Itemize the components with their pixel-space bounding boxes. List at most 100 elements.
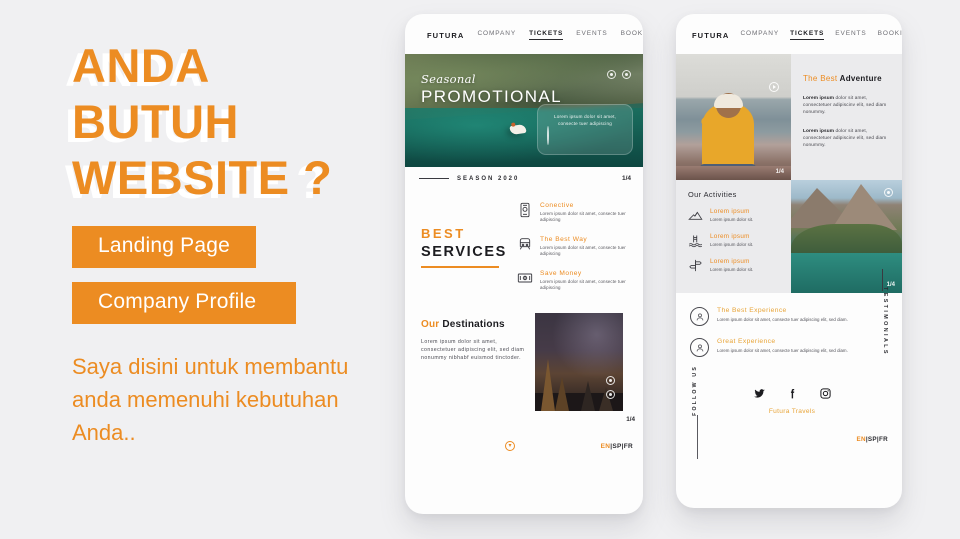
- service-item[interactable]: Save Money Lorem ipsum dolor sit amet, c…: [517, 270, 633, 292]
- rock-shape: [676, 166, 791, 180]
- service-pills: Landing Page Company Profile: [72, 212, 402, 324]
- adventure-paragraph-2: Lorem ipsum dolor sit amet, consectetuer…: [803, 127, 890, 149]
- headline-line-3: WEBSITE ? WEBSITE ?: [65, 150, 402, 208]
- activities-photo[interactable]: 1/4: [791, 180, 902, 293]
- activity-item[interactable]: Lorem ipsum Lorem ipsum dolor sit.: [688, 233, 783, 248]
- user-circle-icon: [690, 338, 709, 357]
- hero-text: Seasonal PROMOTIONAL: [421, 72, 562, 107]
- circle-dot-icon[interactable]: [606, 390, 615, 400]
- service-item-body: The Best Way Lorem ipsum dolor sit amet,…: [540, 236, 633, 258]
- follow-us-label: FOLLOW US: [692, 365, 698, 416]
- activity-title: Lorem ipsum: [710, 258, 750, 265]
- chevron-down-circle-icon[interactable]: ▾: [505, 441, 515, 452]
- glass-dot-icon[interactable]: [547, 126, 549, 145]
- services-underline: [421, 266, 499, 268]
- testimonials-vertical-label: TESTIMONIALS: [882, 287, 888, 356]
- left-language-active[interactable]: EN: [601, 443, 611, 450]
- left-logo[interactable]: FUTURA: [427, 31, 464, 40]
- activity-title: Lorem ipsum: [710, 208, 750, 215]
- service-text: Lorem ipsum dolor sit amet, consecte tue…: [540, 244, 626, 257]
- activity-item-body: Lorem ipsum Lorem ipsum dolor sit.: [710, 258, 753, 272]
- activity-item[interactable]: Lorem ipsum Lorem ipsum dolor sit.: [688, 258, 783, 273]
- destinations-text: Lorem ipsum dolor sit amet, consectetuer…: [421, 339, 525, 362]
- adventure-title-rest: Adventure: [839, 74, 882, 83]
- facebook-icon[interactable]: [786, 387, 799, 400]
- service-item[interactable]: The Best Way Lorem ipsum dolor sit amet,…: [517, 236, 633, 258]
- social-links: [676, 387, 902, 400]
- right-nav-company[interactable]: COMPANY: [740, 30, 779, 40]
- instagram-icon[interactable]: [819, 387, 832, 400]
- right-nav-tickets[interactable]: TICKETS: [790, 30, 825, 40]
- activity-text: Lorem ipsum dolor sit.: [710, 266, 754, 272]
- testimonial-item[interactable]: Great Experience Lorem ipsum dolor sit a…: [690, 338, 902, 357]
- left-nav-booking[interactable]: BOOKING: [621, 30, 643, 40]
- hero-glass-text: Lorem ipsum dolor sit amet, consecte tue…: [553, 114, 617, 126]
- adventure-section: 1/4 The Best Adventure Lorem ipsum dolor…: [676, 54, 902, 180]
- boat-shape: [509, 124, 527, 136]
- tree-shape: [581, 381, 595, 412]
- services-title: SERVICES: [421, 244, 507, 260]
- activity-text: Lorem ipsum dolor sit.: [710, 241, 754, 247]
- circle-dot-icon[interactable]: [622, 70, 631, 79]
- mobile-phone-icon: [517, 202, 533, 218]
- left-language-switcher[interactable]: EN|SP|FR: [601, 443, 633, 450]
- testimonials-list: The Best Experience Lorem ipsum dolor si…: [676, 307, 902, 369]
- tree-shape: [541, 359, 555, 412]
- right-nav-booking[interactable]: BOOKING: [878, 30, 902, 40]
- headline-line-3-text: WEBSITE ?: [72, 151, 333, 204]
- services-section: BEST SERVICES Conective Lorem ipsum dolo…: [405, 182, 643, 291]
- person-hat-shape: [714, 94, 743, 108]
- right-footer: FOLLOW US Futura Travels EN|SP|FR: [676, 365, 902, 467]
- hero-glass-card: Lorem ipsum dolor sit amet, consecte tue…: [537, 104, 633, 155]
- activity-item-body: Lorem ipsum Lorem ipsum dolor sit.: [710, 208, 753, 222]
- service-title: Conective: [540, 202, 574, 209]
- destinations-section: Our Destinations Lorem ipsum dolor sit a…: [405, 291, 643, 412]
- services-eyebrow: BEST: [421, 226, 466, 241]
- headline-line-1: ANDA ANDA: [65, 38, 402, 96]
- left-nav-company[interactable]: COMPANY: [477, 30, 516, 40]
- signpost-icon: [688, 258, 703, 273]
- adventure-photo[interactable]: 1/4: [676, 54, 791, 180]
- destinations-title: Our Destinations: [421, 319, 525, 330]
- left-nav-events[interactable]: EVENTS: [576, 30, 607, 40]
- pool-ladder-icon: [688, 233, 703, 248]
- activities-title: Our Activities: [688, 190, 737, 199]
- season-rule: [419, 178, 449, 179]
- hero-pagination: 1/4: [621, 175, 631, 182]
- user-circle-icon: [690, 307, 709, 326]
- money-bill-icon: [517, 270, 533, 286]
- testimonial-title: The Best Experience: [717, 307, 787, 314]
- right-navbar: FUTURA COMPANY TICKETS EVENTS BOOKING: [676, 14, 902, 48]
- destinations-title-accent: Our: [421, 319, 440, 331]
- season-bar: SEASON 2020 1/4: [405, 167, 643, 182]
- play-circle-icon[interactable]: [769, 82, 779, 92]
- circle-target-icon[interactable]: [606, 376, 615, 386]
- destinations-photo[interactable]: [535, 313, 623, 412]
- left-language-rest[interactable]: |SP|FR: [610, 443, 633, 450]
- twitter-icon[interactable]: [753, 387, 766, 400]
- mountain-icon: [688, 208, 703, 223]
- circle-target-icon[interactable]: [884, 188, 893, 197]
- service-text: Lorem ipsum dolor sit amet, consecte tue…: [540, 278, 626, 291]
- circle-target-icon[interactable]: [607, 70, 616, 79]
- pill-landing-page[interactable]: Landing Page: [72, 226, 257, 268]
- testimonial-text: Lorem ipsum dolor sit amet, consecte tue…: [717, 348, 848, 353]
- adventure-paragraph-1-lead: Lorem ipsum: [803, 95, 835, 100]
- right-nav-events[interactable]: EVENTS: [835, 30, 866, 40]
- activity-item[interactable]: Lorem ipsum Lorem ipsum dolor sit.: [688, 208, 783, 223]
- season-label: SEASON 2020: [457, 175, 520, 182]
- left-nav-tickets[interactable]: TICKETS: [529, 30, 564, 40]
- right-language-switcher[interactable]: EN|SP|FR: [857, 436, 888, 443]
- right-logo[interactable]: FUTURA: [692, 31, 729, 40]
- right-language-rest[interactable]: |SP|FR: [866, 436, 888, 443]
- service-title: The Best Way: [540, 235, 588, 243]
- adventure-title-accent: The Best: [803, 74, 838, 83]
- services-list: Conective Lorem ipsum dolor sit amet, co…: [517, 200, 633, 291]
- right-language-active[interactable]: EN: [857, 436, 866, 443]
- pill-company-profile[interactable]: Company Profile: [72, 282, 297, 324]
- activities-list-block: Our Activities Lorem ipsum Lorem ipsum d…: [676, 180, 791, 293]
- service-item-body: Conective Lorem ipsum dolor sit amet, co…: [540, 202, 633, 224]
- left-navbar: FUTURA COMPANY TICKETS EVENTS BOOKING: [405, 14, 643, 48]
- service-item[interactable]: Conective Lorem ipsum dolor sit amet, co…: [517, 202, 633, 224]
- testimonial-item[interactable]: The Best Experience Lorem ipsum dolor si…: [690, 307, 902, 326]
